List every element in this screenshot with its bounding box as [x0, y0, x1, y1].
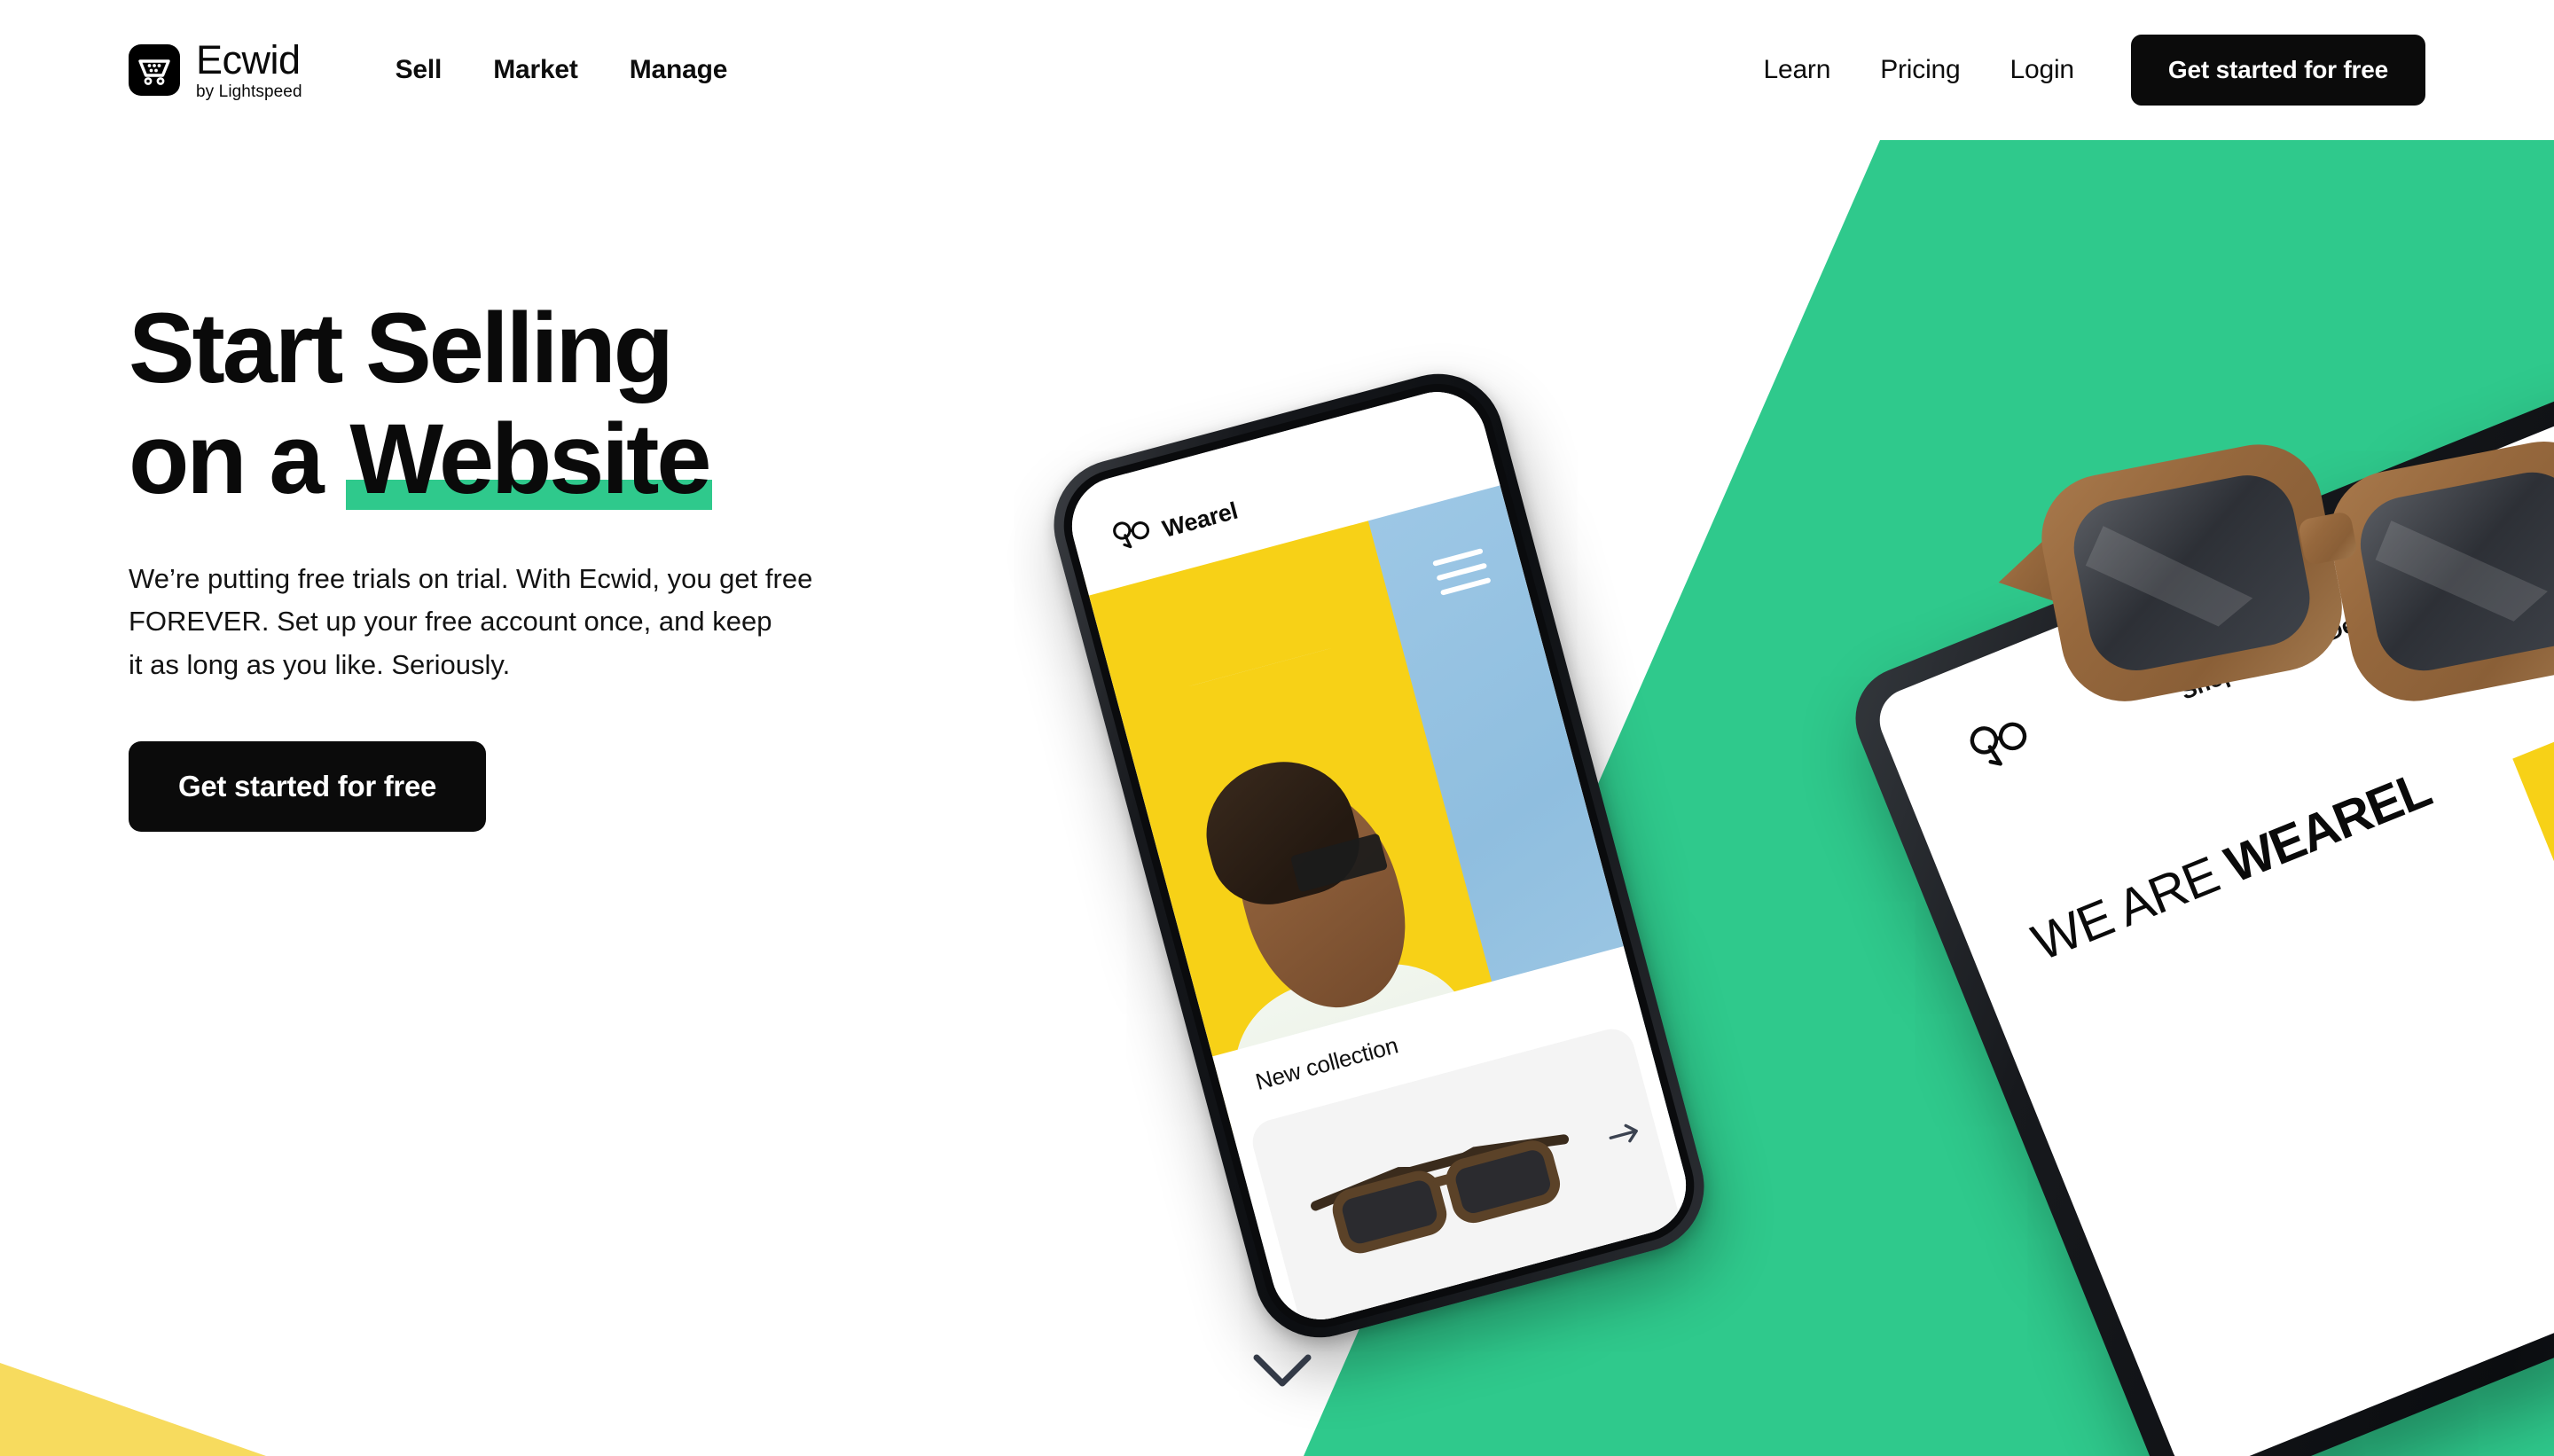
tablet-headline: WE ARE WEAREL: [2024, 759, 2439, 973]
nav-item-sell[interactable]: Sell: [396, 55, 443, 85]
chevron-down-icon[interactable]: [1250, 1350, 1314, 1392]
hero-paragraph-line-1: We’re putting free trials on trial. With…: [129, 562, 813, 594]
hero-section: Start Selling on a Website We’re putting…: [129, 293, 1148, 832]
logo-wordmark: Ecwid: [196, 37, 301, 82]
ecwid-logo[interactable]: Ecwid by Lightspeed: [129, 40, 302, 100]
page-title: Start Selling on a Website: [129, 293, 1148, 515]
site-header: Ecwid by Lightspeed Sell Market Manage L…: [0, 0, 2554, 140]
sunglasses-product-icon: [1286, 1099, 1604, 1284]
logo-tagline: by Lightspeed: [196, 82, 302, 101]
hero-paragraph-line-2: FOREVER. Set up your free account once, …: [129, 606, 772, 638]
tablet-headline-bold: WEAREL: [2217, 760, 2439, 895]
nav-item-manage[interactable]: Manage: [630, 55, 728, 85]
nav-item-learn[interactable]: Learn: [1763, 55, 1830, 85]
headline-line-2: on a Website: [129, 403, 1148, 514]
headline-highlight: Website: [346, 403, 713, 514]
header-get-started-button[interactable]: Get started for free: [2130, 35, 2425, 106]
shopping-cart-icon: [129, 44, 180, 96]
nav-item-market[interactable]: Market: [493, 55, 578, 85]
hero-paragraph-line-3: it as long as you like. Seriously.: [129, 648, 511, 680]
headline-line-1: Start Selling: [129, 293, 674, 403]
hero-paragraph: We’re putting free trials on trial. With…: [129, 558, 1051, 686]
nav-item-login[interactable]: Login: [2010, 55, 2075, 85]
yellow-corner-triangle: [0, 1363, 266, 1456]
phone-store-brand: Wearel: [1159, 497, 1241, 543]
tablet-headline-light: WE ARE: [2024, 841, 2239, 973]
primary-nav: Sell Market Manage: [396, 55, 728, 85]
headline-prefix: on a: [129, 403, 347, 515]
nav-item-pricing[interactable]: Pricing: [1880, 55, 1961, 85]
secondary-nav: Learn Pricing Login Get started for free: [1763, 35, 2425, 106]
hero-get-started-button[interactable]: Get started for free: [129, 740, 487, 832]
